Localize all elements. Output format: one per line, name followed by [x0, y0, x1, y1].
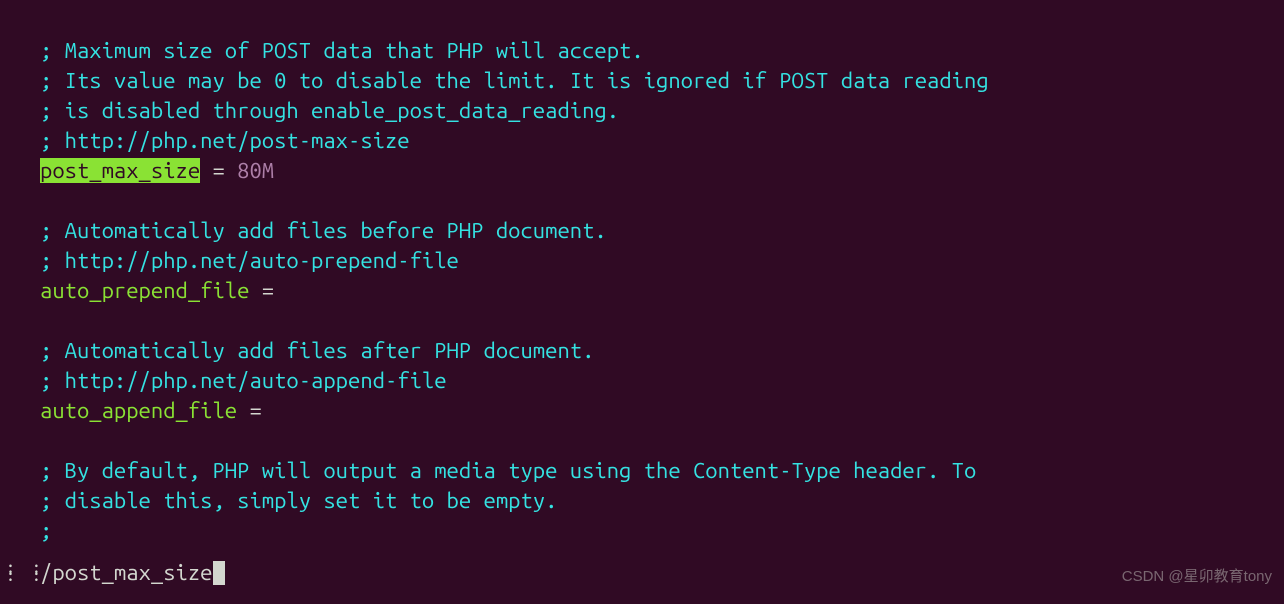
- comment-line: ; disable this, simply set it to be empt…: [40, 488, 557, 513]
- setting-key: auto_prepend_file: [40, 278, 249, 303]
- setting-key: auto_append_file: [40, 398, 237, 423]
- equals: =: [200, 158, 237, 183]
- search-term: post_max_size: [52, 560, 212, 585]
- search-prefix: /: [40, 560, 52, 585]
- comment-line: ;: [40, 518, 52, 543]
- comment-url: ; http://php.net/auto-prepend-file: [40, 248, 459, 273]
- setting-value: 80M: [237, 158, 274, 183]
- search-command-line[interactable]: /post_max_size: [40, 558, 225, 588]
- comment-line: ; Automatically add files before PHP doc…: [40, 218, 607, 243]
- comment-url: ; http://php.net/post-max-size: [40, 128, 410, 153]
- editor-content: ; Maximum size of POST data that PHP wil…: [0, 0, 1284, 546]
- comment-line: ; Automatically add files after PHP docu…: [40, 338, 594, 363]
- comment-line: ; Its value may be 0 to disable the limi…: [40, 68, 989, 93]
- comment-line: ; is disabled through enable_post_data_r…: [40, 98, 619, 123]
- setting-key-highlighted: post_max_size: [40, 158, 200, 183]
- comment-line: ; By default, PHP will output a media ty…: [40, 458, 976, 483]
- equals: =: [237, 398, 262, 423]
- comment-line: ; Maximum size of POST data that PHP wil…: [40, 38, 644, 63]
- cursor-icon: [213, 561, 225, 585]
- equals: =: [249, 278, 274, 303]
- comment-url: ; http://php.net/auto-append-file: [40, 368, 447, 393]
- watermark-text: CSDN @星卯教育tony: [1122, 562, 1272, 592]
